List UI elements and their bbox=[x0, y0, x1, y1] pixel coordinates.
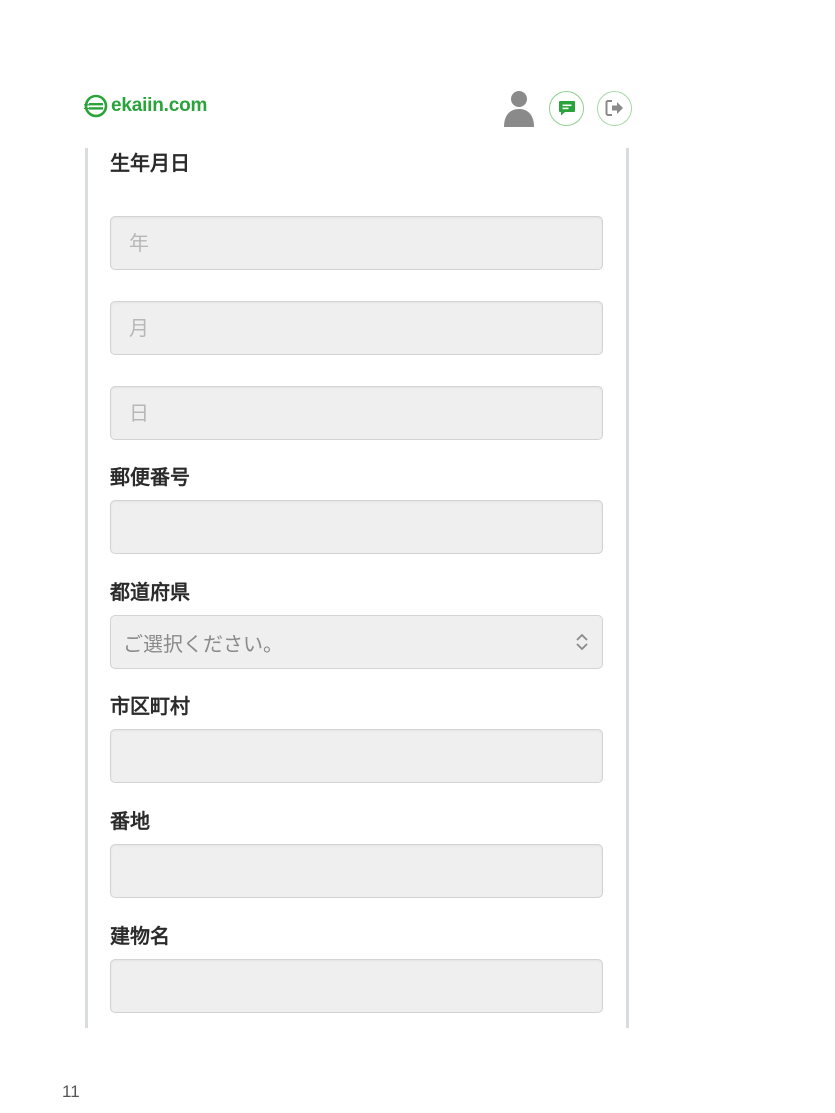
postal-code-label: 郵便番号 bbox=[110, 465, 190, 489]
birth-month-input[interactable] bbox=[110, 301, 603, 355]
city-input[interactable] bbox=[110, 729, 603, 783]
user-icon[interactable] bbox=[500, 88, 536, 128]
logo-text: ekaiin.com bbox=[111, 95, 208, 116]
building-label: 建物名 bbox=[110, 924, 170, 948]
prefecture-select[interactable]: ご選択ください。 bbox=[110, 615, 603, 669]
ekaiin-logo-icon bbox=[84, 94, 108, 118]
birth-day-input[interactable] bbox=[110, 386, 603, 440]
city-label: 市区町村 bbox=[110, 694, 190, 718]
building-input[interactable] bbox=[110, 959, 603, 1013]
message-icon bbox=[558, 101, 575, 116]
chevron-up-down-icon bbox=[576, 633, 588, 651]
street-label: 番地 bbox=[110, 809, 150, 833]
page-number: 11 bbox=[62, 1082, 80, 1101]
header-actions bbox=[500, 88, 632, 128]
logout-button[interactable] bbox=[597, 90, 632, 126]
postal-code-input[interactable] bbox=[110, 500, 603, 554]
birth-year-input[interactable] bbox=[110, 216, 603, 270]
prefecture-label: 都道府県 bbox=[110, 580, 190, 604]
birthdate-label: 生年月日 bbox=[110, 151, 190, 175]
message-button[interactable] bbox=[549, 90, 584, 126]
street-input[interactable] bbox=[110, 844, 603, 898]
logout-icon bbox=[605, 100, 623, 116]
app-header: ekaiin.com bbox=[0, 0, 835, 150]
prefecture-selected-value: ご選択ください。 bbox=[123, 631, 283, 656]
site-logo[interactable]: ekaiin.com bbox=[84, 93, 207, 119]
